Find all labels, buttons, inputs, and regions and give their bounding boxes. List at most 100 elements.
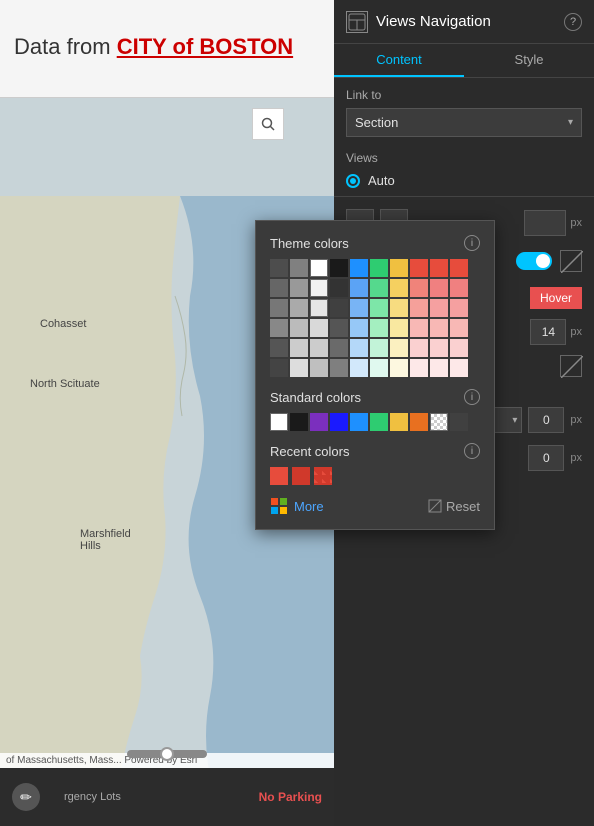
theme-color-swatch[interactable] <box>310 339 328 357</box>
divider-1 <box>334 196 594 197</box>
reset-button[interactable]: Reset <box>428 499 480 514</box>
background-color-swatch[interactable] <box>560 355 582 377</box>
theme-color-swatch[interactable] <box>390 359 408 377</box>
border-chevron-icon: ▾ <box>512 415 517 426</box>
theme-color-swatch[interactable] <box>330 339 348 357</box>
standard-color-swatch[interactable] <box>290 413 308 431</box>
theme-color-swatch[interactable] <box>390 279 408 297</box>
theme-color-swatch[interactable] <box>450 359 468 377</box>
theme-color-swatch[interactable] <box>430 339 448 357</box>
theme-color-swatch[interactable] <box>430 319 448 337</box>
theme-color-swatch[interactable] <box>270 279 288 297</box>
theme-color-swatch[interactable] <box>270 299 288 317</box>
recent-color-swatch-checkered[interactable] <box>314 467 332 485</box>
theme-color-swatch[interactable] <box>370 279 388 297</box>
standard-color-swatch[interactable] <box>390 413 408 431</box>
standard-color-swatch[interactable] <box>410 413 428 431</box>
theme-color-swatch[interactable] <box>450 339 468 357</box>
theme-color-swatch[interactable] <box>450 319 468 337</box>
theme-color-swatch[interactable] <box>410 259 428 277</box>
theme-color-swatch[interactable] <box>410 299 428 317</box>
theme-color-swatch[interactable] <box>410 279 428 297</box>
theme-color-swatch[interactable] <box>270 259 288 277</box>
theme-color-swatch[interactable] <box>330 299 348 317</box>
theme-color-swatch[interactable] <box>450 259 468 277</box>
standard-color-swatch[interactable] <box>270 413 288 431</box>
theme-color-swatch[interactable] <box>450 279 468 297</box>
theme-color-swatch[interactable] <box>310 299 328 317</box>
slider-thumb[interactable] <box>160 747 174 761</box>
recent-color-swatch[interactable] <box>292 467 310 485</box>
theme-color-swatch[interactable] <box>350 339 368 357</box>
theme-color-swatch[interactable] <box>370 299 388 317</box>
standard-color-swatch[interactable] <box>350 413 368 431</box>
standard-color-swatch[interactable] <box>430 413 448 431</box>
standard-color-swatch[interactable] <box>310 413 328 431</box>
theme-color-swatch[interactable] <box>330 279 348 297</box>
recent-colors-info-icon[interactable]: i <box>464 443 480 459</box>
theme-color-swatch[interactable] <box>390 319 408 337</box>
theme-color-swatch[interactable] <box>290 339 308 357</box>
theme-color-swatch[interactable] <box>350 279 368 297</box>
theme-color-swatch[interactable] <box>430 279 448 297</box>
color-picker-footer: More Reset <box>270 497 480 515</box>
more-colors-link[interactable]: More <box>270 497 324 515</box>
standard-colors-info-icon[interactable]: i <box>464 389 480 405</box>
theme-color-swatch[interactable] <box>410 359 428 377</box>
theme-color-swatch[interactable] <box>350 299 368 317</box>
theme-color-swatch[interactable] <box>350 319 368 337</box>
theme-color-swatch[interactable] <box>310 319 328 337</box>
theme-color-swatch[interactable] <box>350 259 368 277</box>
recent-color-swatch[interactable] <box>270 467 288 485</box>
theme-color-swatch[interactable] <box>390 259 408 277</box>
standard-color-swatch[interactable] <box>330 413 348 431</box>
map-title-link[interactable]: CITY of BOSTON <box>117 34 293 59</box>
theme-color-swatch[interactable] <box>370 359 388 377</box>
edit-icon[interactable]: ✏ <box>12 783 40 811</box>
theme-color-swatch[interactable] <box>290 359 308 377</box>
theme-color-swatch[interactable] <box>330 319 348 337</box>
theme-colors-info-icon[interactable]: i <box>464 235 480 251</box>
theme-color-swatch[interactable] <box>330 259 348 277</box>
color-swatch-diagonal[interactable] <box>560 250 582 272</box>
theme-color-swatch[interactable] <box>390 299 408 317</box>
theme-color-swatch[interactable] <box>410 319 428 337</box>
font-size-input[interactable] <box>530 319 566 345</box>
theme-color-swatch[interactable] <box>430 259 448 277</box>
theme-color-swatch[interactable] <box>270 359 288 377</box>
theme-color-swatch[interactable] <box>330 359 348 377</box>
theme-color-swatch[interactable] <box>310 259 328 277</box>
standard-color-swatch[interactable] <box>450 413 468 431</box>
theme-color-swatch[interactable] <box>430 359 448 377</box>
theme-color-swatch[interactable] <box>370 259 388 277</box>
radio-auto[interactable] <box>346 174 360 188</box>
theme-color-swatch[interactable] <box>310 279 328 297</box>
views-auto-row[interactable]: Auto <box>334 169 594 192</box>
map-search-button[interactable] <box>252 108 284 140</box>
toggle-switch[interactable] <box>516 252 552 270</box>
theme-color-swatch[interactable] <box>350 359 368 377</box>
tab-content[interactable]: Content <box>334 44 464 77</box>
theme-color-swatch[interactable] <box>310 359 328 377</box>
theme-color-swatch[interactable] <box>370 319 388 337</box>
width-input[interactable] <box>524 210 566 236</box>
theme-color-swatch[interactable] <box>270 339 288 357</box>
theme-color-swatch[interactable] <box>290 319 308 337</box>
border-radius-input[interactable] <box>528 445 564 471</box>
theme-color-swatch[interactable] <box>430 299 448 317</box>
theme-color-swatch[interactable] <box>370 339 388 357</box>
tab-style[interactable]: Style <box>464 44 594 77</box>
standard-color-swatch[interactable] <box>370 413 388 431</box>
theme-color-swatch[interactable] <box>410 339 428 357</box>
link-to-select[interactable]: Section ▾ <box>346 108 582 137</box>
theme-color-swatch[interactable] <box>450 299 468 317</box>
theme-color-swatch[interactable] <box>290 299 308 317</box>
border-width-input[interactable] <box>528 407 564 433</box>
hover-button[interactable]: Hover <box>530 287 582 309</box>
theme-color-swatch[interactable] <box>290 279 308 297</box>
theme-color-swatch[interactable] <box>390 339 408 357</box>
map-zoom-slider[interactable] <box>127 750 207 758</box>
theme-color-swatch[interactable] <box>290 259 308 277</box>
help-button[interactable]: ? <box>564 13 582 31</box>
theme-color-swatch[interactable] <box>270 319 288 337</box>
